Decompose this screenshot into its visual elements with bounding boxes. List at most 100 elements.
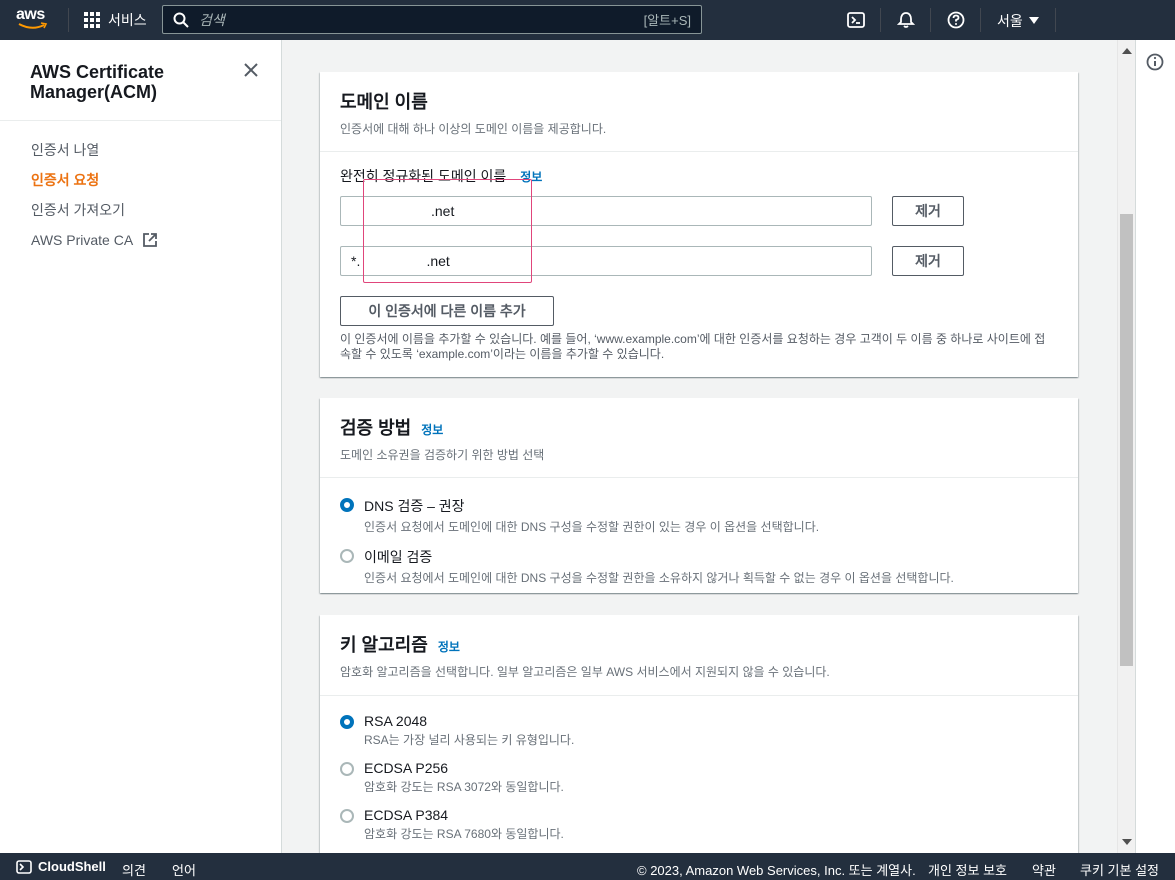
radio-description: 인증서 요청에서 도메인에 대한 DNS 구성을 수정할 권한이 있는 경우 이… [364,520,820,534]
radio-description: 인증서 요청에서 도메인에 대한 DNS 구성을 수정할 권한을 소유하지 않거… [364,571,954,585]
key-panel-title: 키 알고리즘 [340,635,428,655]
info-link[interactable]: 정보 [421,421,443,438]
add-name-hint: 이 인증서에 이름을 추가할 수 있습니다. 예를 들어, ‘www.examp… [340,332,1046,361]
radio-label: ECDSA P256 [364,760,449,776]
services-menu[interactable]: 서비스 [84,10,147,30]
terminal-icon [16,859,32,874]
radio-option-email[interactable]: 이메일 검증 인증서 요청에서 도메인에 대한 DNS 구성을 수정할 권한을 … [340,547,1058,586]
region-label: 서울 [997,13,1023,29]
validation-panel-title: 검증 방법 [340,418,412,438]
caret-down-icon [1028,17,1039,24]
close-icon[interactable] [243,62,259,78]
domain-row: .net 제거 [340,196,1058,226]
region-selector[interactable]: 서울 [997,11,1039,31]
radio-option-rsa-2048[interactable]: RSA 2048 RSA는 가장 널리 사용되는 키 유형입니다. [340,713,1058,748]
feedback-link[interactable]: 의견 [122,860,146,879]
bell-icon[interactable] [895,9,917,31]
domain-field-label: 완전히 정규화된 도메인 이름 정보 [340,166,1058,186]
aws-logo-text: aws [16,6,45,23]
sidebar-item-list-certificates[interactable]: 인증서 나열 [0,135,281,165]
nav-divider [930,8,931,32]
add-name-button[interactable]: 이 인증서에 다른 이름 추가 [340,296,554,326]
privacy-link[interactable]: 개인 정보 보호 [928,860,1007,879]
radio-label: ECDSA P384 [364,807,449,823]
panel-description: 암호화 알고리즘을 선택합니다. 일부 알고리즘은 일부 AWS 서비스에서 지… [340,665,830,679]
radio-button[interactable] [340,498,354,512]
cloudshell-label: CloudShell [38,859,106,874]
radio-label: DNS 검증 – 권장 [364,498,465,514]
language-link[interactable]: 언어 [172,860,196,879]
key-algorithm-panel: 키 알고리즘 정보 암호화 알고리즘을 선택합니다. 일부 알고리즘은 일부 A… [320,615,1078,853]
radio-label: 이메일 검증 [364,549,433,565]
radio-option-ecdsa-p384[interactable]: ECDSA P384 암호화 강도는 RSA 7680와 동일합니다. [340,807,1058,842]
cookie-preferences-link[interactable]: 쿠키 기본 설정 [1080,860,1159,879]
main-content: 도메인 이름 인증서에 대해 하나 이상의 도메인 이름을 제공합니다. 완전히… [282,40,1117,853]
radio-option-dns[interactable]: DNS 검증 – 권장 인증서 요청에서 도메인에 대한 DNS 구성을 수정할… [340,496,1058,535]
radio-button[interactable] [340,715,354,729]
services-label: 서비스 [108,12,147,28]
footer: CloudShell 의견 언어 © 2023, Amazon Web Serv… [0,853,1175,880]
scroll-thumb[interactable] [1120,214,1133,666]
domain-name-panel: 도메인 이름 인증서에 대해 하나 이상의 도메인 이름을 제공합니다. 완전히… [320,72,1078,377]
panel-title: 도메인 이름 [340,88,1058,114]
top-navigation: aws 서비스 [알트+S] [0,0,1175,40]
sidebar: AWS Certificate Manager(ACM) 인증서 나열 인증서 … [0,40,282,853]
panel-title: 검증 방법 정보 [340,414,1058,440]
domain-panel-title: 도메인 이름 [340,92,428,112]
search-input[interactable] [199,11,644,28]
search-shortcut: [알트+S] [643,13,691,28]
terms-link[interactable]: 약관 [1032,860,1056,879]
info-icon[interactable] [1146,53,1164,71]
tools-panel [1135,40,1175,853]
info-link[interactable]: 정보 [520,168,542,185]
remove-button[interactable]: 제거 [892,196,964,226]
search-bar[interactable]: [알트+S] [162,5,702,34]
nav-divider [880,8,881,32]
search-icon [173,12,189,28]
sidebar-item-private-ca[interactable]: AWS Private CA [0,225,281,255]
panel-header: 도메인 이름 인증서에 대해 하나 이상의 도메인 이름을 제공합니다. [320,72,1078,152]
scroll-up-arrow-icon[interactable] [1122,48,1132,54]
validation-method-panel: 검증 방법 정보 도메인 소유권을 검증하기 위한 방법 선택 DNS 검증 –… [320,398,1078,593]
remove-button[interactable]: 제거 [892,246,964,276]
radio-option-ecdsa-p256[interactable]: ECDSA P256 암호화 강도는 RSA 3072와 동일합니다. [340,760,1058,795]
nav-divider [1055,8,1056,32]
sidebar-item-request-certificate[interactable]: 인증서 요청 [0,165,281,195]
domain-input[interactable]: *. .net [340,246,872,276]
sidebar-item-label: AWS Private CA [31,232,134,248]
nav-divider [68,8,69,32]
panel-body: 완전히 정규화된 도메인 이름 정보 .net 제거 *. .net 제거 이 … [320,152,1078,378]
external-link-icon [143,233,158,247]
panel-header: 키 알고리즘 정보 암호화 알고리즘을 선택합니다. 일부 알고리즘은 일부 A… [320,615,1078,696]
cloudshell-icon[interactable] [845,9,867,31]
radio-button[interactable] [340,809,354,823]
sidebar-item-import-certificate[interactable]: 인증서 가져오기 [0,195,281,225]
scroll-down-arrow-icon[interactable] [1122,839,1132,845]
sidebar-item-label: 인증서 가져오기 [31,202,126,218]
sidebar-title[interactable]: AWS Certificate Manager(ACM) [30,62,230,102]
sidebar-item-label: 인증서 요청 [31,172,100,188]
main-scrollbar[interactable] [1117,40,1135,853]
domain-input[interactable]: .net [340,196,872,226]
sidebar-nav: 인증서 나열 인증서 요청 인증서 가져오기 AWS Private CA [0,121,281,255]
radio-button[interactable] [340,549,354,563]
radio-description: 암호화 강도는 RSA 7680와 동일합니다. [364,827,564,841]
panel-body: RSA 2048 RSA는 가장 널리 사용되는 키 유형입니다. ECDSA … [320,696,1078,853]
page-title-fragment [282,40,1117,48]
nav-divider [980,8,981,32]
panel-description: 인증서에 대해 하나 이상의 도메인 이름을 제공합니다. [340,122,607,136]
domain-row: *. .net 제거 [340,246,1058,276]
aws-logo[interactable]: aws [16,7,52,33]
radio-description: 암호화 강도는 RSA 3072와 동일합니다. [364,780,564,794]
info-link[interactable]: 정보 [438,638,460,655]
panel-body: DNS 검증 – 권장 인증서 요청에서 도메인에 대한 DNS 구성을 수정할… [320,478,1078,602]
radio-label: RSA 2048 [364,713,428,729]
radio-description: RSA는 가장 널리 사용되는 키 유형입니다. [364,733,575,747]
panel-title: 키 알고리즘 정보 [340,631,1058,657]
help-icon[interactable] [945,9,967,31]
sidebar-header: AWS Certificate Manager(ACM) [0,40,281,121]
panel-description: 도메인 소유권을 검증하기 위한 방법 선택 [340,448,545,462]
radio-button[interactable] [340,762,354,776]
cloudshell-button[interactable]: CloudShell [16,859,106,874]
grid-icon [84,12,100,28]
